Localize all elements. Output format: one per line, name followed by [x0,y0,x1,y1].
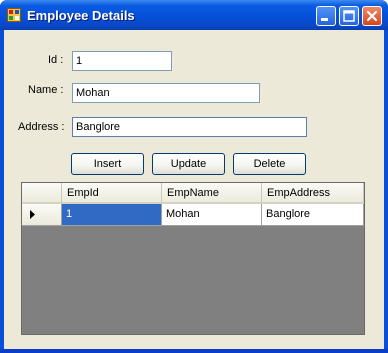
employee-data-grid[interactable]: EmpId EmpName EmpAddress 1 Mohan Banglor… [21,182,365,335]
cell-empname[interactable]: Mohan [162,204,262,226]
window-frame-bottom [0,349,388,353]
grid-corner-header[interactable] [22,183,62,204]
employee-details-window: Employee Details Id : 1 Name : Mohan Add… [0,0,388,353]
address-label: Address : [18,121,65,133]
column-header-empname[interactable]: EmpName [162,183,262,204]
close-button[interactable] [362,6,382,26]
id-field[interactable]: 1 [72,51,172,71]
column-header-empaddress[interactable]: EmpAddress [262,183,364,204]
column-header-empid[interactable]: EmpId [62,183,162,204]
table-row[interactable]: 1 Mohan Banglore [22,204,364,226]
current-row-arrow-icon [30,210,35,219]
name-label: Name : [28,84,64,96]
update-button[interactable]: Update [152,153,225,175]
row-header[interactable] [22,204,62,226]
maximize-icon [343,10,355,22]
delete-button[interactable]: Delete [233,153,306,175]
window-title: Employee Details [27,8,135,23]
app-form-icon [7,8,21,22]
id-label: Id : [48,54,64,66]
cell-empaddress[interactable]: Banglore [262,204,364,226]
grid-header-row: EmpId EmpName EmpAddress [22,183,364,204]
form-client-area: Id : 1 Name : Mohan Address : Banglore I… [4,30,384,349]
close-icon [366,10,378,22]
cell-empid[interactable]: 1 [62,204,162,226]
name-field[interactable]: Mohan [72,83,260,103]
window-frame-right [384,30,388,349]
insert-button[interactable]: Insert [71,153,144,175]
minimize-icon [321,18,328,21]
address-field[interactable]: Banglore [72,117,307,137]
minimize-button[interactable] [316,6,336,26]
maximize-button[interactable] [339,6,359,26]
title-bar[interactable]: Employee Details [0,0,388,30]
